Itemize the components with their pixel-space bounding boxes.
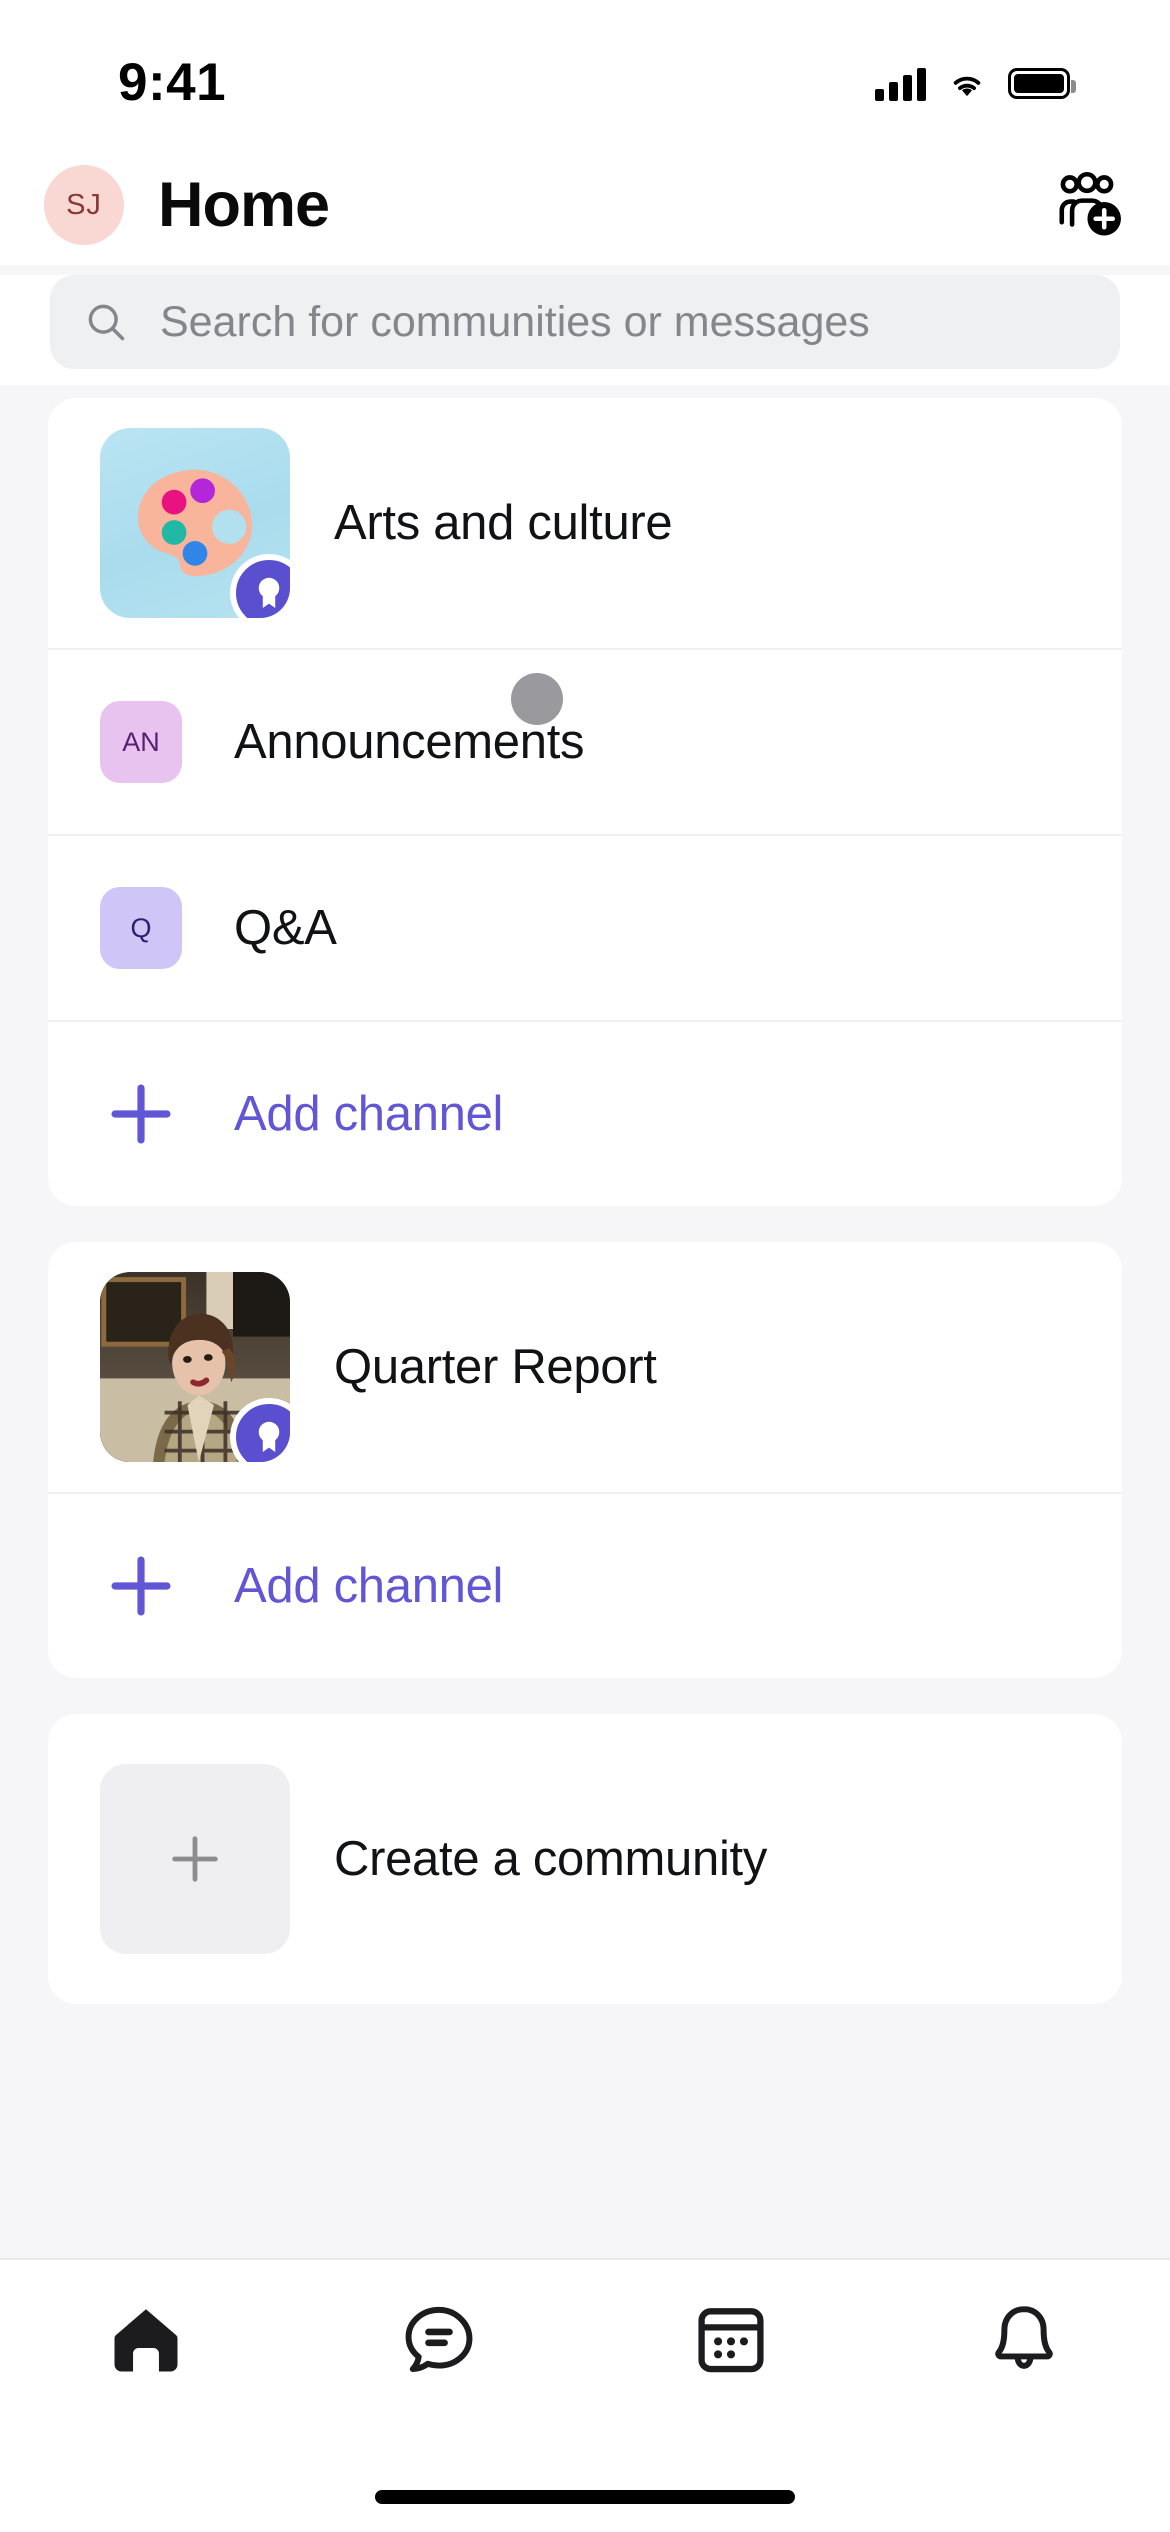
- add-channel-button[interactable]: Add channel: [48, 1492, 1122, 1678]
- create-community-label: Create a community: [334, 1832, 768, 1886]
- page-title: Home: [158, 169, 330, 240]
- plus-icon: [111, 1556, 171, 1616]
- touch-indicator: [511, 673, 563, 725]
- add-channel-label: Add channel: [234, 1087, 504, 1141]
- create-community-row[interactable]: Create a community: [48, 1714, 1122, 2004]
- community-header-row[interactable]: Arts and culture: [48, 398, 1122, 648]
- award-medal-icon: [258, 577, 280, 609]
- home-indicator: [375, 2490, 795, 2504]
- bell-icon: [995, 2306, 1053, 2369]
- avatar[interactable]: SJ: [44, 165, 124, 245]
- plus-icon: [111, 1084, 171, 1144]
- add-channel-button[interactable]: Add channel: [48, 1020, 1122, 1206]
- tab-chat[interactable]: [293, 2260, 586, 2420]
- app-header: SJ Home: [0, 145, 1170, 265]
- channel-initials-badge: AN: [100, 701, 182, 783]
- tab-calendar[interactable]: [585, 2260, 878, 2420]
- community-card: Quarter Report Add channel: [48, 1242, 1122, 1678]
- community-avatar: [100, 428, 290, 618]
- plus-icon: [172, 1836, 218, 1882]
- battery-full-icon: [1008, 68, 1076, 99]
- channel-name: Q&A: [234, 901, 337, 955]
- communities-list: Arts and culture AN Announcements Q Q&A …: [0, 398, 1170, 2258]
- tab-home[interactable]: [0, 2260, 293, 2420]
- calendar-icon: [698, 2308, 764, 2373]
- create-community-thumb: [100, 1764, 290, 1954]
- wifi-icon: [953, 76, 981, 96]
- status-bar-time: 9:41: [118, 53, 227, 112]
- search-container: [0, 275, 1170, 385]
- channel-row[interactable]: Q Q&A: [48, 834, 1122, 1020]
- channel-initials-badge: Q: [100, 887, 182, 969]
- community-card: Arts and culture AN Announcements Q Q&A …: [48, 398, 1122, 1206]
- search-input[interactable]: [160, 297, 1086, 347]
- cellular-signal-icon: [875, 67, 926, 101]
- community-name: Arts and culture: [334, 496, 673, 550]
- create-community-card[interactable]: Create a community: [48, 1714, 1122, 2004]
- search-bar[interactable]: [50, 275, 1120, 369]
- community-avatar: [100, 1272, 290, 1462]
- search-icon: [88, 304, 125, 341]
- status-bar: 9:41: [0, 0, 1170, 145]
- add-channel-label: Add channel: [234, 1559, 504, 1613]
- tab-list: [0, 2260, 1170, 2420]
- add-people-icon[interactable]: [1048, 170, 1126, 240]
- channel-row[interactable]: AN Announcements: [48, 648, 1122, 834]
- chat-bubble-icon: [405, 2306, 473, 2373]
- community-header-row[interactable]: Quarter Report: [48, 1242, 1122, 1492]
- tab-notifications[interactable]: [878, 2260, 1170, 2420]
- home-icon: [114, 2309, 178, 2372]
- status-bar-indicators: [875, 67, 1076, 101]
- award-medal-icon: [258, 1421, 280, 1453]
- bottom-tab-bar: [0, 2258, 1170, 2532]
- app-screen: 9:41 SJ Home Search for communities or m…: [0, 0, 1170, 2532]
- community-name: Quarter Report: [334, 1340, 657, 1394]
